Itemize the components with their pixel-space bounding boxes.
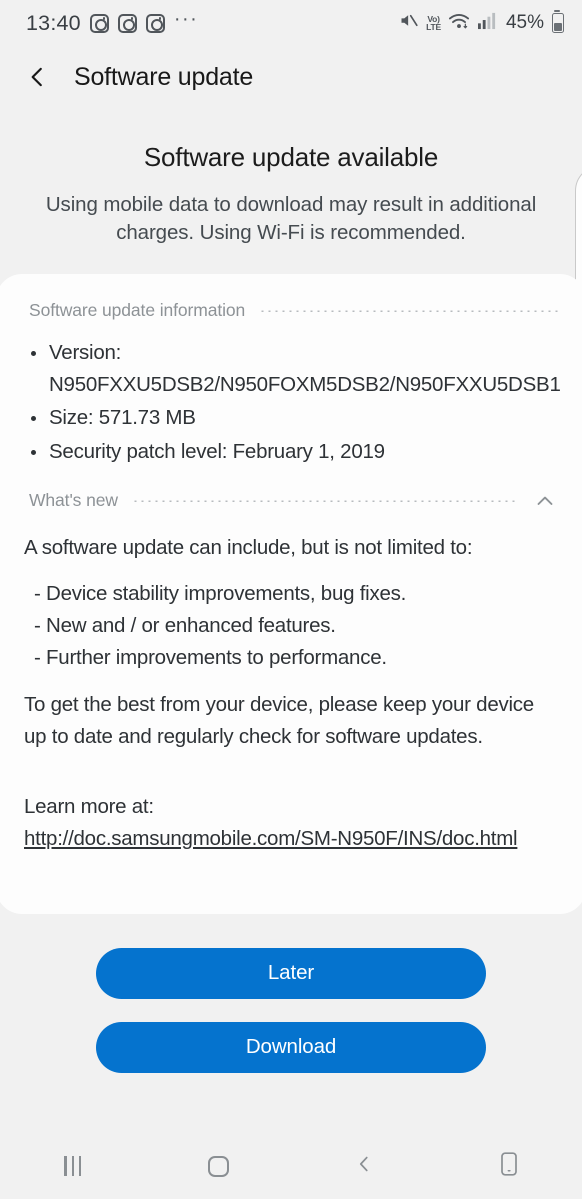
whats-new-outro: To get the best from your device, please… <box>24 689 558 753</box>
list-item: Version: N950FXXU5DSB2/N950FOXM5DSB2/N95… <box>24 337 558 401</box>
status-bar: 13:40 ··· Vo) LTE <box>0 0 582 46</box>
recents-icon <box>64 1156 81 1176</box>
phone-device-icon <box>498 1151 520 1182</box>
learn-more-block: Learn more at: http://doc.samsungmobile.… <box>24 791 558 855</box>
status-clock: 13:40 <box>26 11 81 36</box>
speaker-mute-icon <box>398 10 419 36</box>
status-bar-right: Vo) LTE 45% <box>398 10 564 36</box>
list-item: Size: 571.73 MB <box>24 402 558 434</box>
list-item: - Device stability improvements, bug fix… <box>24 578 558 610</box>
page-title: Software update <box>74 63 253 92</box>
learn-more-label: Learn more at: <box>24 791 558 823</box>
list-item: - New and / or enhanced features. <box>24 610 558 642</box>
whats-new-items: - Device stability improvements, bug fix… <box>24 578 558 675</box>
learn-more-link[interactable]: http://doc.samsungmobile.com/SM-N950F/IN… <box>24 823 558 855</box>
action-buttons: Later Download <box>0 914 582 1073</box>
status-bar-left: 13:40 ··· <box>26 11 198 36</box>
software-update-info-card: Software update information Version: N95… <box>0 274 582 914</box>
section-label: What's new <box>29 490 118 511</box>
app-bar: Software update <box>0 46 582 108</box>
download-button[interactable]: Download <box>96 1022 486 1073</box>
device-button[interactable] <box>437 1133 582 1199</box>
home-button[interactable] <box>146 1133 292 1199</box>
cellular-signal-icon <box>477 11 498 35</box>
whats-new-header[interactable]: What's new <box>24 484 558 518</box>
dotted-divider <box>259 309 558 312</box>
section-label: Software update information <box>29 300 245 321</box>
list-item: Security patch level: February 1, 2019 <box>24 436 558 468</box>
wifi-icon <box>448 11 470 36</box>
home-icon <box>208 1156 229 1177</box>
recents-button[interactable] <box>0 1133 146 1199</box>
instagram-icon <box>90 14 109 33</box>
dotted-divider <box>132 499 518 502</box>
hero-subtitle: Using mobile data to download may result… <box>26 191 556 247</box>
back-button[interactable] <box>291 1133 437 1199</box>
whats-new-intro: A software update can include, but is no… <box>24 532 558 564</box>
list-item: - Further improvements to performance. <box>24 642 558 674</box>
software-update-information-header: Software update information <box>24 296 558 325</box>
hero-section: Software update available Using mobile d… <box>0 108 582 247</box>
volte-icon: Vo) LTE <box>426 15 441 32</box>
notification-overflow-icon: ··· <box>174 14 198 32</box>
battery-icon <box>552 13 564 33</box>
update-info-list: Version: N950FXXU5DSB2/N950FOXM5DSB2/N95… <box>24 337 558 468</box>
nav-back-icon <box>353 1153 375 1180</box>
battery-percent-label: 45% <box>506 12 544 34</box>
later-button[interactable]: Later <box>96 948 486 999</box>
navigation-bar <box>0 1133 582 1199</box>
instagram-icon <box>118 14 137 33</box>
chevron-left-icon[interactable] <box>22 62 52 92</box>
hero-title: Software update available <box>26 142 556 173</box>
instagram-icon <box>146 14 165 33</box>
chevron-up-icon[interactable] <box>532 488 558 514</box>
